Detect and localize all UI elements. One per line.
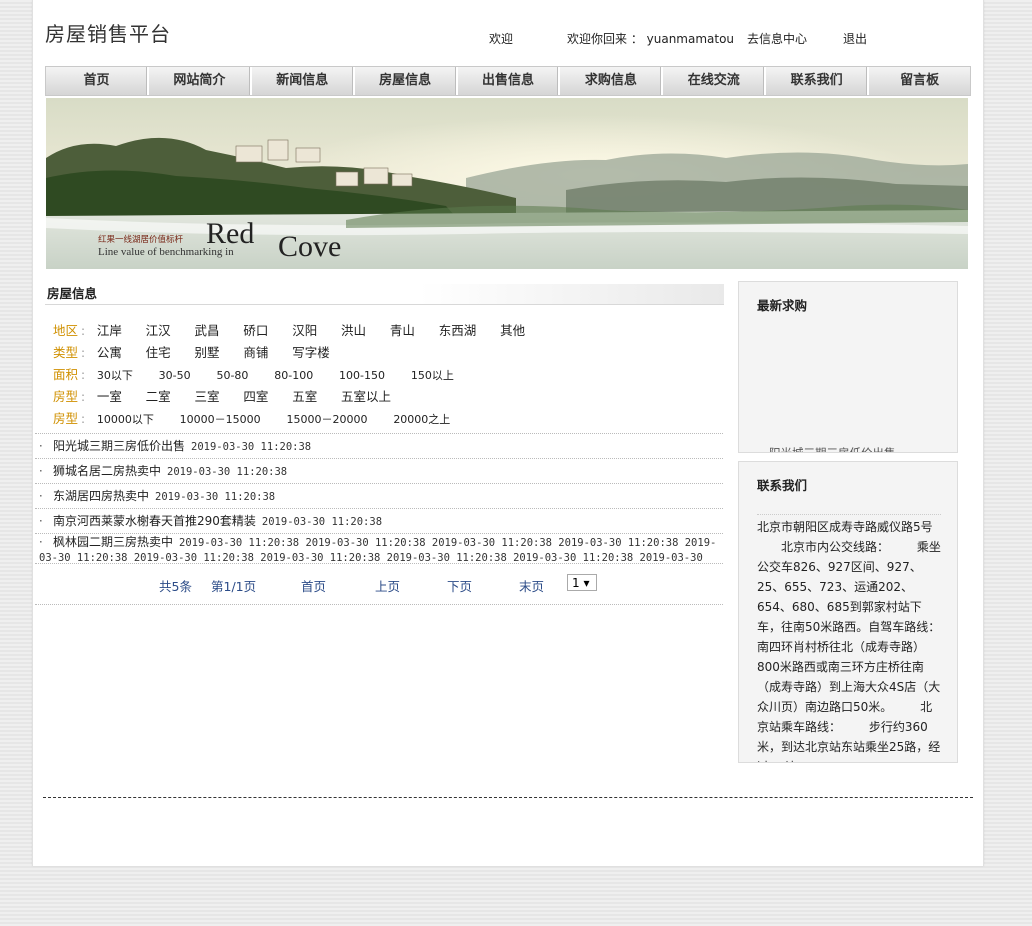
filter-option[interactable]: 江岸 (97, 320, 122, 342)
listing-date: 2019-03-30 11:20:38 (167, 466, 288, 478)
filter-option[interactable]: 30以下 (97, 365, 133, 387)
list-item: · 阳光城三期三房低价出售 2019-03-30 11:20:38 (35, 433, 723, 458)
filter-option[interactable]: 10000－15000 (180, 409, 261, 431)
listing-title[interactable]: 阳光城三期三房低价出售 (53, 439, 185, 453)
filter-option[interactable]: 50-80 (216, 365, 248, 387)
filter-option[interactable]: 100-150 (339, 365, 385, 387)
filter-option[interactable]: 五室 (292, 386, 317, 408)
filter-option[interactable]: 写字楼 (292, 342, 330, 364)
pager-current: 第1/1页 (211, 579, 257, 594)
nav-news[interactable]: 新闻信息 (252, 67, 355, 95)
filter-option[interactable]: 武昌 (195, 320, 220, 342)
nav-houses[interactable]: 房屋信息 (355, 67, 458, 95)
pager-prev-button[interactable]: 上页 (375, 576, 400, 595)
filter-option[interactable]: 一室 (97, 386, 122, 408)
nav-guestbook[interactable]: 留言板 (869, 67, 970, 95)
list-item: · 枫林园二期三房热卖中 2019-03-30 11:20:38 2019-03-3… (35, 533, 723, 563)
landscape-illustration: 红果一线湖居价值标杆 Line value of benchmarking in… (46, 98, 968, 269)
pager-last-button[interactable]: 末页 (519, 576, 544, 595)
latest-wanted-panel: 最新求购 阳光城三期三房低价出售 (738, 281, 958, 453)
banner-cove-text: Cove (278, 230, 341, 263)
filter-option[interactable]: 150以上 (411, 365, 454, 387)
list-item: · 东湖居四房热卖中 2019-03-30 11:20:38 (35, 483, 723, 508)
bullet-icon: · (39, 464, 43, 478)
site-logo[interactable]: 房屋销售平台 (45, 18, 171, 47)
filter-label: 地区 (53, 323, 79, 338)
filter-option[interactable]: 30-50 (159, 365, 191, 387)
bullet-icon: · (39, 439, 43, 453)
banner-image: 红果一线湖居价值标杆 Line value of benchmarking in… (46, 98, 968, 269)
listing-date: 2019-03-30 11:20:38 (155, 491, 276, 503)
filter-option[interactable]: 其他 (500, 320, 525, 342)
list-item: · 狮城名居二房热卖中 2019-03-30 11:20:38 (35, 458, 723, 483)
pager-next-button[interactable]: 下页 (447, 576, 472, 595)
filter-label: 房型 (53, 411, 79, 426)
filter-label: 面积 (53, 367, 79, 382)
filter-row-district: 地区: 江岸 江汉 武昌 硚口 汉阳 洪山 青山 东西湖 其他 (53, 320, 723, 342)
list-item: · 南京河西莱蒙水榭春天首推290套精装 2019-03-30 11:20:38 (35, 508, 723, 533)
nav-sale[interactable]: 出售信息 (458, 67, 561, 95)
filter-option[interactable]: 东西湖 (439, 320, 477, 342)
pagination: 共5条 第1/1页 首页 上页 下页 末页 1 ▾ (35, 563, 723, 605)
pager-total: 共5条 (159, 579, 192, 594)
listing-title[interactable]: 东湖居四房热卖中 (53, 489, 149, 503)
contact-panel: 联系我们 北京市朝阳区成寿寺路威仪路5号 北京市内公交线路： 乘坐公交车826、… (738, 461, 958, 763)
filter-row-rooms: 房型: 一室 二室 三室 四室 五室 五室以上 (53, 386, 723, 408)
listing-date: 2019-03-30 11:20:38 (261, 516, 383, 528)
listing-title[interactable]: 南京河西莱蒙水榭春天首推290套精装 (53, 514, 256, 528)
nav-wanted[interactable]: 求购信息 (560, 67, 664, 95)
filter-option[interactable]: 20000之上 (393, 409, 450, 431)
filter-option[interactable]: 商铺 (243, 342, 268, 364)
listing-title[interactable]: 枫林园二期三房热卖中 (53, 535, 173, 549)
page-container: 房屋销售平台 欢迎 欢迎你回来 ： yuanmamatou 去信息中心 退出 首… (32, 0, 984, 866)
filter-option[interactable]: 三室 (195, 386, 220, 408)
filter-option[interactable]: 青山 (390, 320, 415, 342)
filter-option[interactable]: 硚口 (243, 320, 268, 342)
filter-option[interactable]: 四室 (243, 386, 268, 408)
filter-option[interactable]: 别墅 (195, 342, 220, 364)
filter-option[interactable]: 公寓 (97, 342, 122, 364)
nav-home[interactable]: 首页 (46, 67, 149, 95)
banner-red-text: Red (206, 217, 254, 250)
filter-row-area: 面积: 30以下 30-50 50-80 80-100 100-150 150以… (53, 364, 723, 386)
filter-row-type: 类型: 公寓 住宅 别墅 商铺 写字楼 (53, 342, 723, 364)
nav-contact[interactable]: 联系我们 (766, 67, 870, 95)
contact-title: 联系我们 (757, 478, 808, 493)
house-info-title: 房屋信息 (45, 284, 724, 305)
logout-link[interactable]: 退出 (843, 30, 867, 47)
filter-option[interactable]: 洪山 (341, 320, 366, 342)
filter-option[interactable]: 住宅 (146, 342, 171, 364)
filter-option[interactable]: 汉阳 (292, 320, 317, 342)
filter-option[interactable]: 江汉 (146, 320, 171, 342)
filter-panel: 地区: 江岸 江汉 武昌 硚口 汉阳 洪山 青山 东西湖 其他 类型: 公寓 住… (53, 320, 723, 430)
footer-divider (43, 797, 973, 798)
filter-row-price: 房型: 10000以下 10000－15000 15000－20000 2000… (53, 408, 723, 430)
listing-list: · 阳光城三期三房低价出售 2019-03-30 11:20:38 · 狮城名居二房热… (35, 433, 723, 563)
filter-option[interactable]: 五室以上 (341, 386, 391, 408)
main-nav: 首页 网站简介 新闻信息 房屋信息 出售信息 求购信息 在线交流 联系我们 留言… (45, 66, 971, 96)
welcome-text: 欢迎 (489, 32, 514, 46)
banner-chinese-caption: 红果一线湖居价值标杆 (98, 234, 184, 244)
listing-title[interactable]: 狮城名居二房热卖中 (53, 464, 161, 478)
bullet-icon: · (39, 514, 43, 528)
contact-text: 北京市朝阳区成寿寺路威仪路5号 北京市内公交线路： 乘坐公交车826、927区间… (757, 514, 941, 762)
filter-option[interactable]: 二室 (146, 386, 171, 408)
filter-option[interactable]: 80-100 (274, 365, 313, 387)
bullet-icon: · (39, 535, 43, 549)
filter-option[interactable]: 10000以下 (97, 409, 154, 431)
bullet-icon: · (39, 489, 43, 503)
filter-option[interactable]: 15000－20000 (286, 409, 367, 431)
page-select[interactable]: 1 ▾ (567, 574, 597, 591)
filter-label: 房型 (53, 389, 79, 404)
top-links: 欢迎 欢迎你回来 ： yuanmamatou 去信息中心 退出 (463, 30, 983, 48)
welcome-back-text: 欢迎你回来 ： yuanmamatou (567, 32, 735, 46)
pager-first-button[interactable]: 首页 (301, 576, 326, 595)
filter-label: 类型 (53, 345, 79, 360)
nav-chat[interactable]: 在线交流 (663, 67, 767, 95)
nav-about[interactable]: 网站简介 (149, 67, 252, 95)
latest-wanted-title: 最新求购 (757, 298, 808, 313)
info-center-link[interactable]: 去信息中心 (747, 30, 807, 47)
listing-date: 2019-03-30 11:20:38 (191, 441, 312, 453)
latest-wanted-item[interactable]: 阳光城三期三房低价出售 (769, 445, 896, 452)
